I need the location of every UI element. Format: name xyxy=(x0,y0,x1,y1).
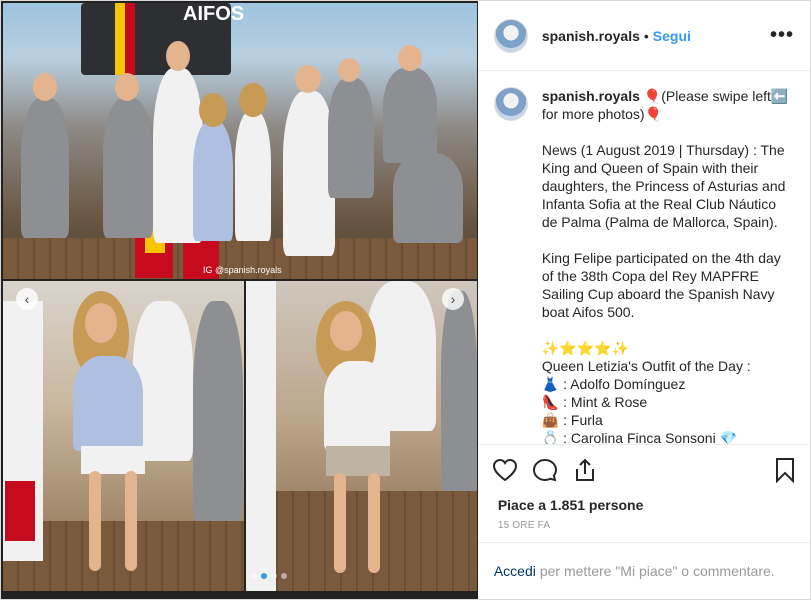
caption-participation: King Felipe participated on the 4th day … xyxy=(541,250,781,320)
instagram-post: AIFOS IG @spanish.royals ‹ › spanish.roy… xyxy=(0,0,811,600)
timestamp[interactable]: 15 ORE FA xyxy=(478,516,810,536)
crew-member xyxy=(383,68,437,163)
flag-banner-logo xyxy=(5,481,35,541)
comment-icon[interactable] xyxy=(532,458,558,482)
flag-stripe xyxy=(125,3,135,75)
avatar[interactable] xyxy=(493,18,528,53)
caption-news: News (1 August 2019 | Thursday) : The Ki… xyxy=(541,142,786,230)
carousel-dot-active xyxy=(261,573,267,579)
login-prompt: Accedi per mettere "Mi piace" o commenta… xyxy=(477,542,810,599)
follow-button[interactable]: Segui xyxy=(653,28,691,44)
carousel-dot xyxy=(251,573,257,579)
carousel-dot xyxy=(281,573,287,579)
carousel-dots xyxy=(251,573,287,579)
post-header: spanish.royals • Segui ••• xyxy=(477,1,810,71)
king-head xyxy=(166,41,190,71)
crew-member-head xyxy=(398,45,422,71)
flag-banner xyxy=(246,281,276,591)
caption-area[interactable]: spanish.royals 🎈(Please swipe left⬅️ for… xyxy=(478,71,810,444)
photo-princess xyxy=(3,281,244,591)
previous-photo-button[interactable]: ‹ xyxy=(16,288,38,310)
photo-group-top: AIFOS IG @spanish.royals xyxy=(3,3,477,279)
outfit-item: 👗 : Adolfo Domínguez xyxy=(541,376,686,392)
crew-member xyxy=(441,291,477,491)
crew-member-head xyxy=(338,58,360,82)
watermark: IG @spanish.royals xyxy=(203,265,282,275)
infanta xyxy=(235,111,271,241)
outfit-title: Queen Letizia's Outfit of the Day : xyxy=(541,358,751,374)
princess-top xyxy=(73,356,143,451)
caption-sparkles: ✨⭐⭐⭐✨ xyxy=(541,340,629,356)
princess-hair xyxy=(199,93,227,127)
header-separator: • xyxy=(643,27,649,44)
share-icon[interactable] xyxy=(572,457,598,483)
login-link[interactable]: Accedi xyxy=(494,563,536,579)
princess-leg xyxy=(89,471,101,571)
photo-infanta xyxy=(246,281,477,591)
heart-icon[interactable] xyxy=(492,458,518,482)
infanta-hair xyxy=(239,83,267,117)
princess-leg xyxy=(125,471,137,571)
crew-member xyxy=(328,78,374,198)
princess-face xyxy=(85,303,117,343)
post-media[interactable]: AIFOS IG @spanish.royals ‹ › xyxy=(1,1,478,599)
infanta-leg xyxy=(368,473,380,573)
login-prompt-text: per mettere "Mi piace" o commentare. xyxy=(539,563,775,579)
bookmark-icon[interactable] xyxy=(774,457,796,483)
sail-text: AIFOS xyxy=(183,3,245,25)
outfit-item: 👜 : Furla xyxy=(541,412,603,428)
crew-member-head xyxy=(295,65,321,93)
outfit-item: 👠 : Mint & Rose xyxy=(541,394,648,410)
princess xyxy=(193,121,233,241)
infanta-face xyxy=(330,311,362,351)
crew-member-head xyxy=(115,73,139,101)
flag-stripe xyxy=(115,3,125,75)
post-sidebar: spanish.royals • Segui ••• spanish.royal… xyxy=(477,1,810,599)
infanta-shorts xyxy=(326,446,390,476)
action-bar xyxy=(477,444,810,494)
crew-member xyxy=(393,153,463,243)
crew-member-head xyxy=(33,73,57,101)
avatar[interactable] xyxy=(493,87,528,121)
caption-text: spanish.royals 🎈(Please swipe left⬅️ for… xyxy=(542,87,792,444)
crew-member xyxy=(103,98,153,238)
crew-member xyxy=(193,301,243,521)
next-photo-button[interactable]: › xyxy=(442,288,464,310)
likes-count[interactable]: Piace a 1.851 persone xyxy=(478,494,810,516)
more-options-icon[interactable]: ••• xyxy=(770,24,794,47)
header-username[interactable]: spanish.royals xyxy=(542,28,640,44)
princess-shorts xyxy=(81,446,145,474)
carousel-dot xyxy=(271,573,277,579)
crew-member xyxy=(21,98,69,238)
outfit-item: 💍 : Carolina Finca Sonsoni 💎 xyxy=(541,430,737,444)
infanta-leg xyxy=(334,473,346,573)
infanta-top xyxy=(324,361,390,451)
caption-username[interactable]: spanish.royals xyxy=(542,88,640,104)
